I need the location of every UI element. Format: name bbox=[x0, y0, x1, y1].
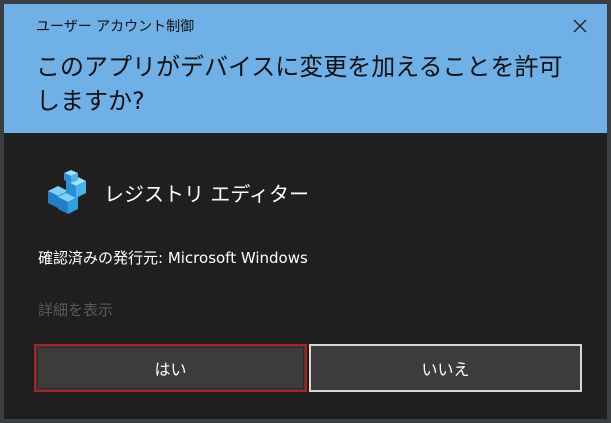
close-icon bbox=[573, 19, 587, 33]
dialog-title: ユーザー アカウント制御 bbox=[36, 19, 195, 35]
no-button[interactable]: いいえ bbox=[309, 344, 582, 392]
dialog-question: このアプリがデバイスに変更を加えることを許可しますか? bbox=[36, 53, 563, 115]
app-name: レジストリ エディター bbox=[104, 181, 309, 206]
show-details-link[interactable]: 詳細を表示 bbox=[38, 299, 113, 320]
uac-dialog: ユーザー アカウント制御 このアプリがデバイスに変更を加えることを許可しますか?… bbox=[0, 0, 611, 423]
publisher-text: 確認済みの発行元: Microsoft Windows bbox=[38, 249, 308, 267]
dialog-header: ユーザー アカウント制御 このアプリがデバイスに変更を加えることを許可しますか? bbox=[4, 4, 607, 133]
close-button[interactable] bbox=[566, 12, 594, 40]
registry-editor-icon bbox=[48, 170, 86, 214]
yes-button[interactable]: はい bbox=[34, 344, 307, 392]
app-info: レジストリ エディター bbox=[44, 164, 309, 220]
